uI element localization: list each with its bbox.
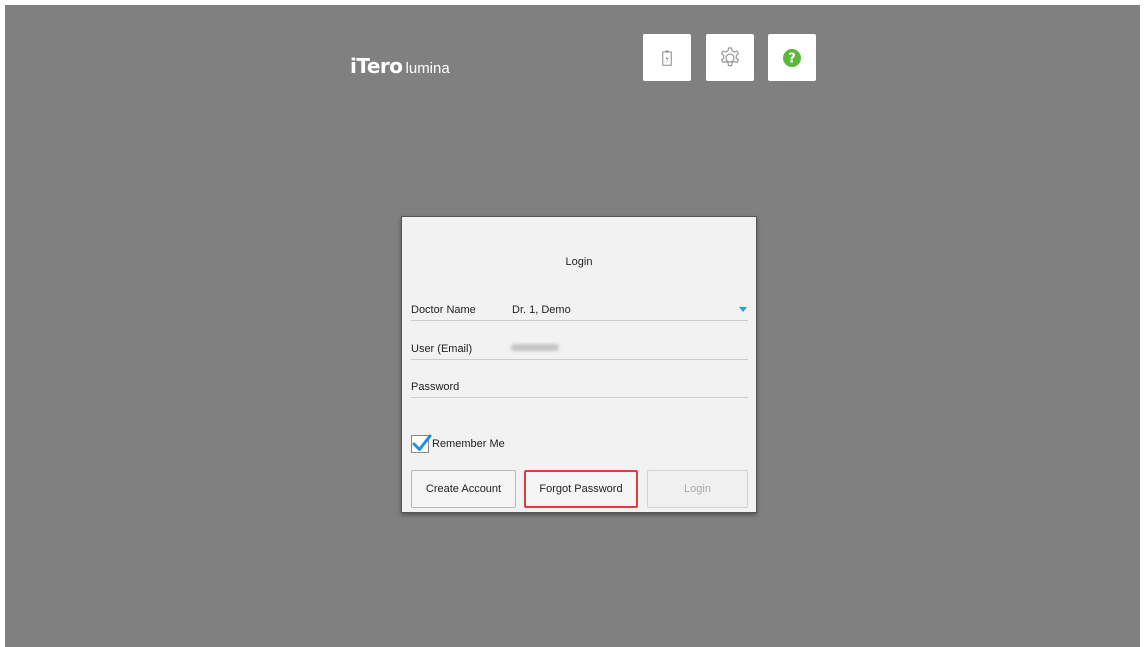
help-button[interactable]: ? [768,34,816,81]
chevron-down-icon [739,307,747,312]
login-button[interactable]: Login [647,470,748,508]
logo-sub: lumina [405,60,450,77]
settings-button[interactable] [706,34,754,81]
app-screen: iTero lumina ? Login Doctor Name Dr. 1, … [5,5,1140,647]
battery-button[interactable] [643,34,691,81]
help-icon: ? [783,48,801,67]
user-email-field[interactable]: User (Email) [411,338,748,360]
doctor-name-select[interactable]: Doctor Name Dr. 1, Demo [411,299,748,321]
create-account-button[interactable]: Create Account [411,470,516,508]
logo-brand: iTero [350,54,403,78]
login-title: Login [565,256,593,268]
gear-icon [720,46,740,66]
password-field[interactable]: Password [411,376,748,398]
svg-text:?: ? [788,51,796,66]
remember-me-label: Remember Me [432,438,505,450]
checkmark-icon [412,434,432,451]
battery-icon [662,50,672,66]
itero-logo: iTero lumina [350,54,450,78]
login-dialog: Login Doctor Name Dr. 1, Demo User (Emai… [401,216,757,513]
remember-me-checkbox[interactable] [411,434,432,453]
password-label: Password [411,381,460,393]
forgot-password-button[interactable]: Forgot Password [524,470,638,508]
doctor-name-value: Dr. 1, Demo [512,304,571,316]
user-email-label: User (Email) [411,343,473,355]
user-email-value-redacted [511,344,559,351]
remember-me[interactable]: Remember Me [411,434,505,453]
doctor-name-label: Doctor Name [411,304,476,316]
